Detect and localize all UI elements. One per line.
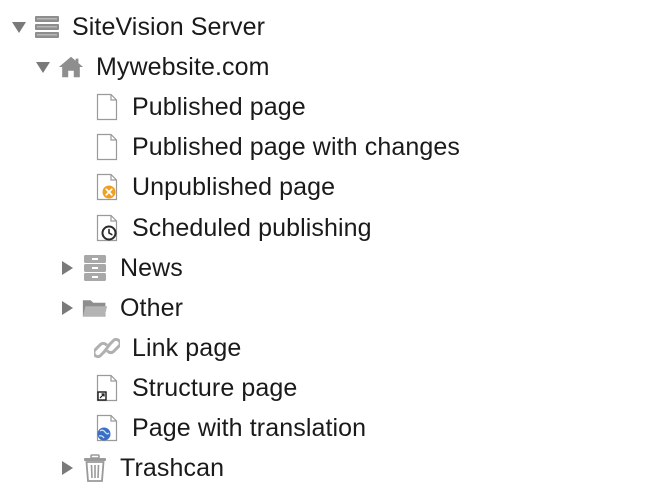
tree-node-page-with-translation[interactable]: Page with translation	[94, 408, 366, 448]
tree-node-label: News	[120, 254, 183, 282]
tree-node-news[interactable]: News	[56, 248, 183, 288]
archive-icon	[82, 252, 108, 284]
tree-node-label: Published page with changes	[132, 133, 460, 161]
tree-node-label: Link page	[132, 334, 242, 362]
tree-node-trashcan[interactable]: Trashcan	[56, 448, 224, 488]
tree-node-label: Page with translation	[132, 414, 367, 442]
expand-toggle-expanded-icon[interactable]	[32, 47, 54, 87]
tree-node-other[interactable]: Other	[56, 288, 183, 328]
expand-toggle-expanded-icon[interactable]	[8, 7, 30, 47]
site-tree: SiteVision Server Mywebsite.com Publishe…	[0, 0, 652, 488]
tree-node-label: Published page	[132, 93, 306, 121]
server-icon	[34, 11, 60, 43]
tree-node-structure-page[interactable]: Structure page	[94, 368, 297, 408]
expand-toggle-collapsed-icon[interactable]	[56, 448, 78, 488]
tree-node-published-page-with-changes[interactable]: Published page with changes	[94, 127, 460, 167]
home-icon	[58, 51, 84, 83]
tree-node-label: Scheduled publishing	[132, 214, 372, 242]
expand-toggle-collapsed-icon[interactable]	[56, 288, 78, 328]
tree-node-label: Unpublished page	[132, 173, 336, 201]
unpublished-page-icon	[94, 171, 120, 203]
translation-page-icon	[94, 412, 120, 444]
tree-node-link-page[interactable]: Link page	[94, 328, 241, 368]
tree-node-scheduled-publishing[interactable]: Scheduled publishing	[94, 208, 372, 248]
tree-node-label: Mywebsite.com	[96, 53, 270, 81]
expand-toggle-collapsed-icon[interactable]	[56, 248, 78, 288]
tree-node-label: SiteVision Server	[72, 13, 265, 41]
folder-icon	[82, 292, 108, 324]
tree-node-published-page[interactable]: Published page	[94, 87, 306, 127]
link-icon	[94, 332, 120, 364]
page-icon	[94, 131, 120, 163]
page-icon	[94, 91, 120, 123]
tree-node-unpublished-page[interactable]: Unpublished page	[94, 167, 335, 207]
scheduled-page-icon	[94, 212, 120, 244]
tree-node-label: Other	[120, 294, 184, 322]
tree-node-sitevision-server[interactable]: SiteVision Server	[8, 7, 265, 47]
structure-page-icon	[94, 372, 120, 404]
trash-icon	[82, 452, 108, 484]
tree-node-mywebsite[interactable]: Mywebsite.com	[32, 47, 270, 87]
tree-node-label: Structure page	[132, 374, 298, 402]
tree-node-label: Trashcan	[120, 454, 225, 482]
